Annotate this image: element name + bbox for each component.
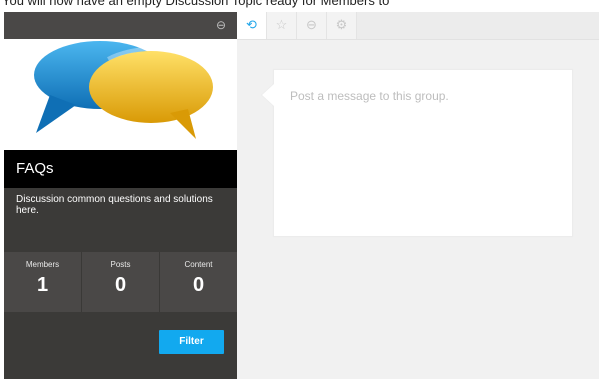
stat-content: Content 0: [160, 252, 237, 312]
stat-label: Members: [25, 260, 60, 269]
stat-value: 0: [192, 274, 205, 296]
group-stats: Members 1 Posts 0 Content 0: [4, 252, 237, 312]
stat-label: Content: [184, 260, 213, 269]
stat-value: 1: [36, 274, 49, 296]
group-banner: [4, 39, 237, 150]
tabs: ⟲ ☆ ⊖ ⚙: [237, 12, 357, 39]
group-title-bar: FAQs: [4, 150, 237, 188]
group-description: Discussion common questions and solution…: [16, 194, 213, 216]
gear-icon: ⚙: [335, 17, 348, 32]
tab-bar: ⟲ ☆ ⊖ ⚙: [237, 12, 599, 40]
filter-button[interactable]: Filter: [159, 330, 224, 354]
post-input-placeholder[interactable]: Post a message to this group.: [290, 89, 550, 103]
history-icon: ⟲: [246, 17, 257, 32]
link-icon: ⊖: [306, 17, 317, 32]
group-main: ⟲ ☆ ⊖ ⚙ Post a message to this group.: [237, 12, 599, 379]
link-icon[interactable]: ⊖: [213, 19, 229, 31]
stat-members: Members 1: [4, 252, 82, 312]
chat-bubbles-icon: [34, 41, 213, 139]
post-message-box[interactable]: Post a message to this group.: [261, 69, 573, 237]
tab-settings[interactable]: ⚙: [327, 12, 357, 39]
tab-activity[interactable]: ⟲: [237, 12, 267, 39]
star-icon: ☆: [275, 17, 288, 32]
stat-posts: Posts 0: [82, 252, 160, 312]
page-caption: You will now have an empty Discussion To…: [2, 0, 390, 8]
tab-favorites[interactable]: ☆: [267, 12, 297, 39]
sidebar-header: ⊖: [4, 12, 237, 39]
tab-links[interactable]: ⊖: [297, 12, 327, 39]
stat-label: Posts: [110, 260, 131, 269]
group-title: FAQs: [16, 160, 54, 177]
post-arrow: [262, 84, 274, 106]
group-sidebar: ⊖ FAQs Discussion common questions and s…: [4, 12, 237, 379]
stat-value: 0: [114, 274, 127, 296]
